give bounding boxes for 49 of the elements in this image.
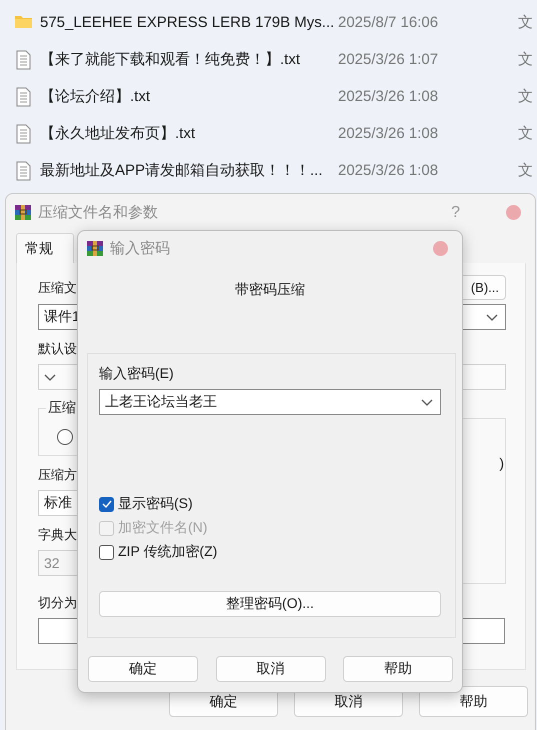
file-date: 2025/3/26 1:08 <box>338 88 440 105</box>
field-label: 默认设 <box>38 340 77 358</box>
file-type: 文 <box>518 13 533 32</box>
file-name[interactable]: 【论坛介绍】.txt <box>40 87 338 106</box>
checkbox[interactable] <box>99 544 114 560</box>
document-icon <box>14 160 32 180</box>
file-date: 2025/8/7 16:06 <box>338 14 440 31</box>
document-icon <box>14 50 32 70</box>
password-field[interactable]: 上老王论坛当老王 <box>99 389 441 415</box>
file-name[interactable]: 【永久地址发布页】.txt <box>40 124 338 143</box>
chevron-down-icon[interactable] <box>421 398 433 406</box>
field-label: 输入密码(E) <box>99 364 174 383</box>
document-icon <box>14 124 32 144</box>
file-date: 2025/3/26 1:08 <box>338 125 440 142</box>
checkbox[interactable] <box>99 496 114 512</box>
file-name[interactable]: 【来了就能下载和观看！纯免费！】.txt <box>40 50 338 69</box>
dialog-heading: 带密码压缩 <box>234 281 306 299</box>
field-label: 压缩方 <box>38 466 77 484</box>
file-name[interactable]: 最新地址及APP请发邮箱自动获取！！！... <box>40 161 338 180</box>
file-type: 文 <box>518 124 533 143</box>
organize-passwords-button[interactable]: 整理密码(O)... <box>99 591 441 617</box>
archive-icon <box>86 240 104 256</box>
document-icon <box>14 86 32 106</box>
chevron-down-icon[interactable] <box>486 314 498 320</box>
file-date: 2025/3/26 1:08 <box>338 162 440 179</box>
checkbox-label: 加密文件名(N) <box>118 519 208 537</box>
field-label: 字典大 <box>38 526 77 544</box>
chevron-down-icon[interactable] <box>44 374 56 380</box>
file-name[interactable]: 575_LEEHEE EXPRESS LERB 179B Mys... <box>40 14 338 31</box>
checkbox-label: ZIP 传统加密(Z) <box>118 543 218 561</box>
radio-button[interactable] <box>57 429 73 445</box>
checkbox-label: 显示密码(S) <box>118 495 193 513</box>
dialog-button[interactable]: 确定 <box>88 656 198 682</box>
checkmark-icon <box>100 499 112 509</box>
file-date: 2025/3/26 1:07 <box>338 51 440 68</box>
tab[interactable]: 常规 <box>16 233 74 263</box>
file-type: 文 <box>518 50 533 69</box>
dialog-button[interactable]: 帮助 <box>419 686 528 717</box>
archive-icon <box>14 204 32 221</box>
file-type: 文 <box>518 161 533 180</box>
file-type: 文 <box>518 87 533 106</box>
dialog-button[interactable]: 帮助 <box>343 656 453 682</box>
field-label: 切分为 <box>38 594 77 612</box>
window-title: 压缩文件名和参数 <box>38 203 159 222</box>
group-label: 压缩 <box>46 399 78 417</box>
dialog-button[interactable]: 取消 <box>216 656 326 682</box>
option-label: ) <box>499 455 504 471</box>
window-title: 输入密码 <box>110 238 171 258</box>
field-label: 压缩文 <box>38 278 77 296</box>
